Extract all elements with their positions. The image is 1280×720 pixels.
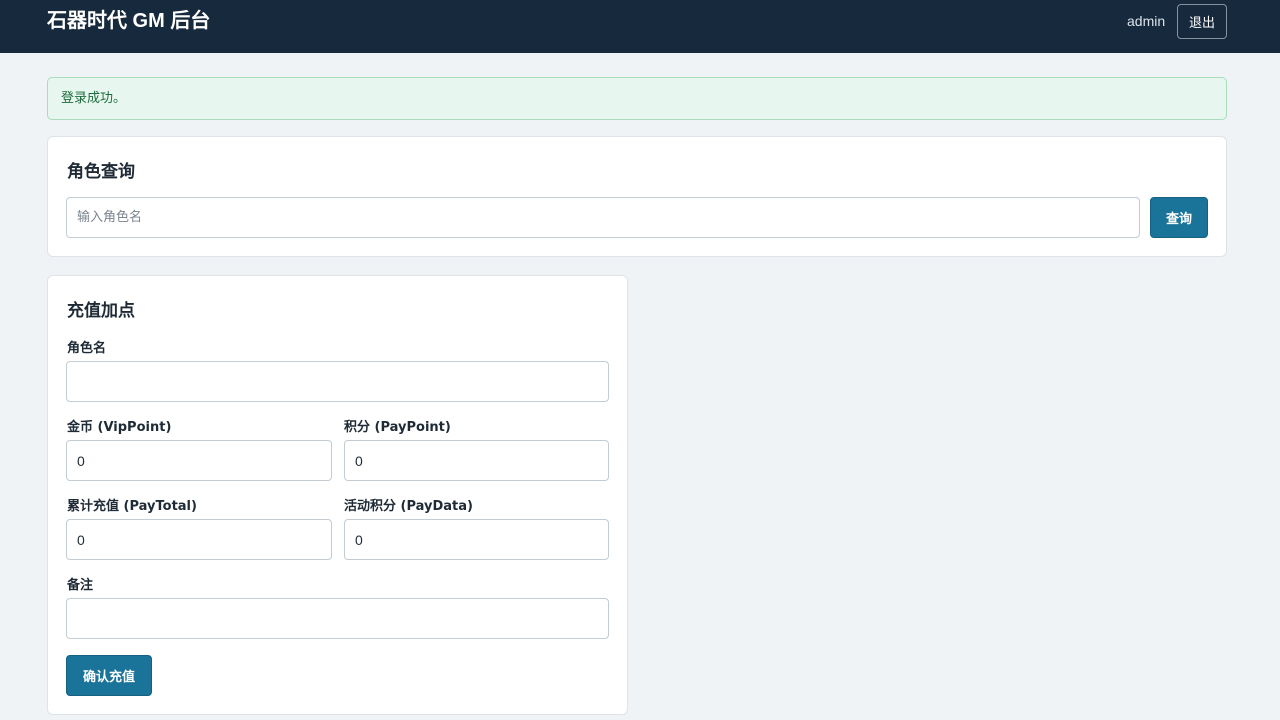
pay-point-label: 积分 (PayPoint): [344, 420, 451, 435]
vip-point-label: 金币 (VipPoint): [67, 420, 172, 435]
role-name-label: 角色名: [67, 341, 107, 356]
role-search-input[interactable]: [66, 197, 1140, 238]
role-query-title: 角色查询: [67, 162, 135, 182]
confirm-recharge-button[interactable]: 确认充值: [66, 655, 152, 696]
success-alert: 登录成功。: [47, 77, 1227, 120]
logout-button[interactable]: 退出: [1177, 4, 1227, 39]
remark-label: 备注: [67, 578, 94, 593]
remark-input[interactable]: [66, 598, 609, 639]
pay-data-input[interactable]: [344, 519, 609, 560]
current-username: admin: [1127, 13, 1166, 29]
vip-point-input[interactable]: [66, 440, 332, 481]
app-title: 石器时代 GM 后台: [47, 10, 211, 32]
role-query-card: 角色查询 查询: [47, 136, 1227, 257]
role-name-input[interactable]: [66, 361, 609, 402]
recharge-card: 充值加点 角色名 金币 (VipPoint) 积分 (PayPoint) 累计充…: [47, 275, 628, 715]
query-button[interactable]: 查询: [1150, 197, 1208, 238]
recharge-title: 充值加点: [67, 301, 135, 321]
pay-point-input[interactable]: [344, 440, 609, 481]
pay-data-label: 活动积分 (PayData): [344, 499, 473, 514]
pay-total-label: 累计充值 (PayTotal): [67, 499, 197, 514]
top-navbar: 石器时代 GM 后台 admin 退出: [0, 0, 1280, 53]
pay-total-input[interactable]: [66, 519, 332, 560]
